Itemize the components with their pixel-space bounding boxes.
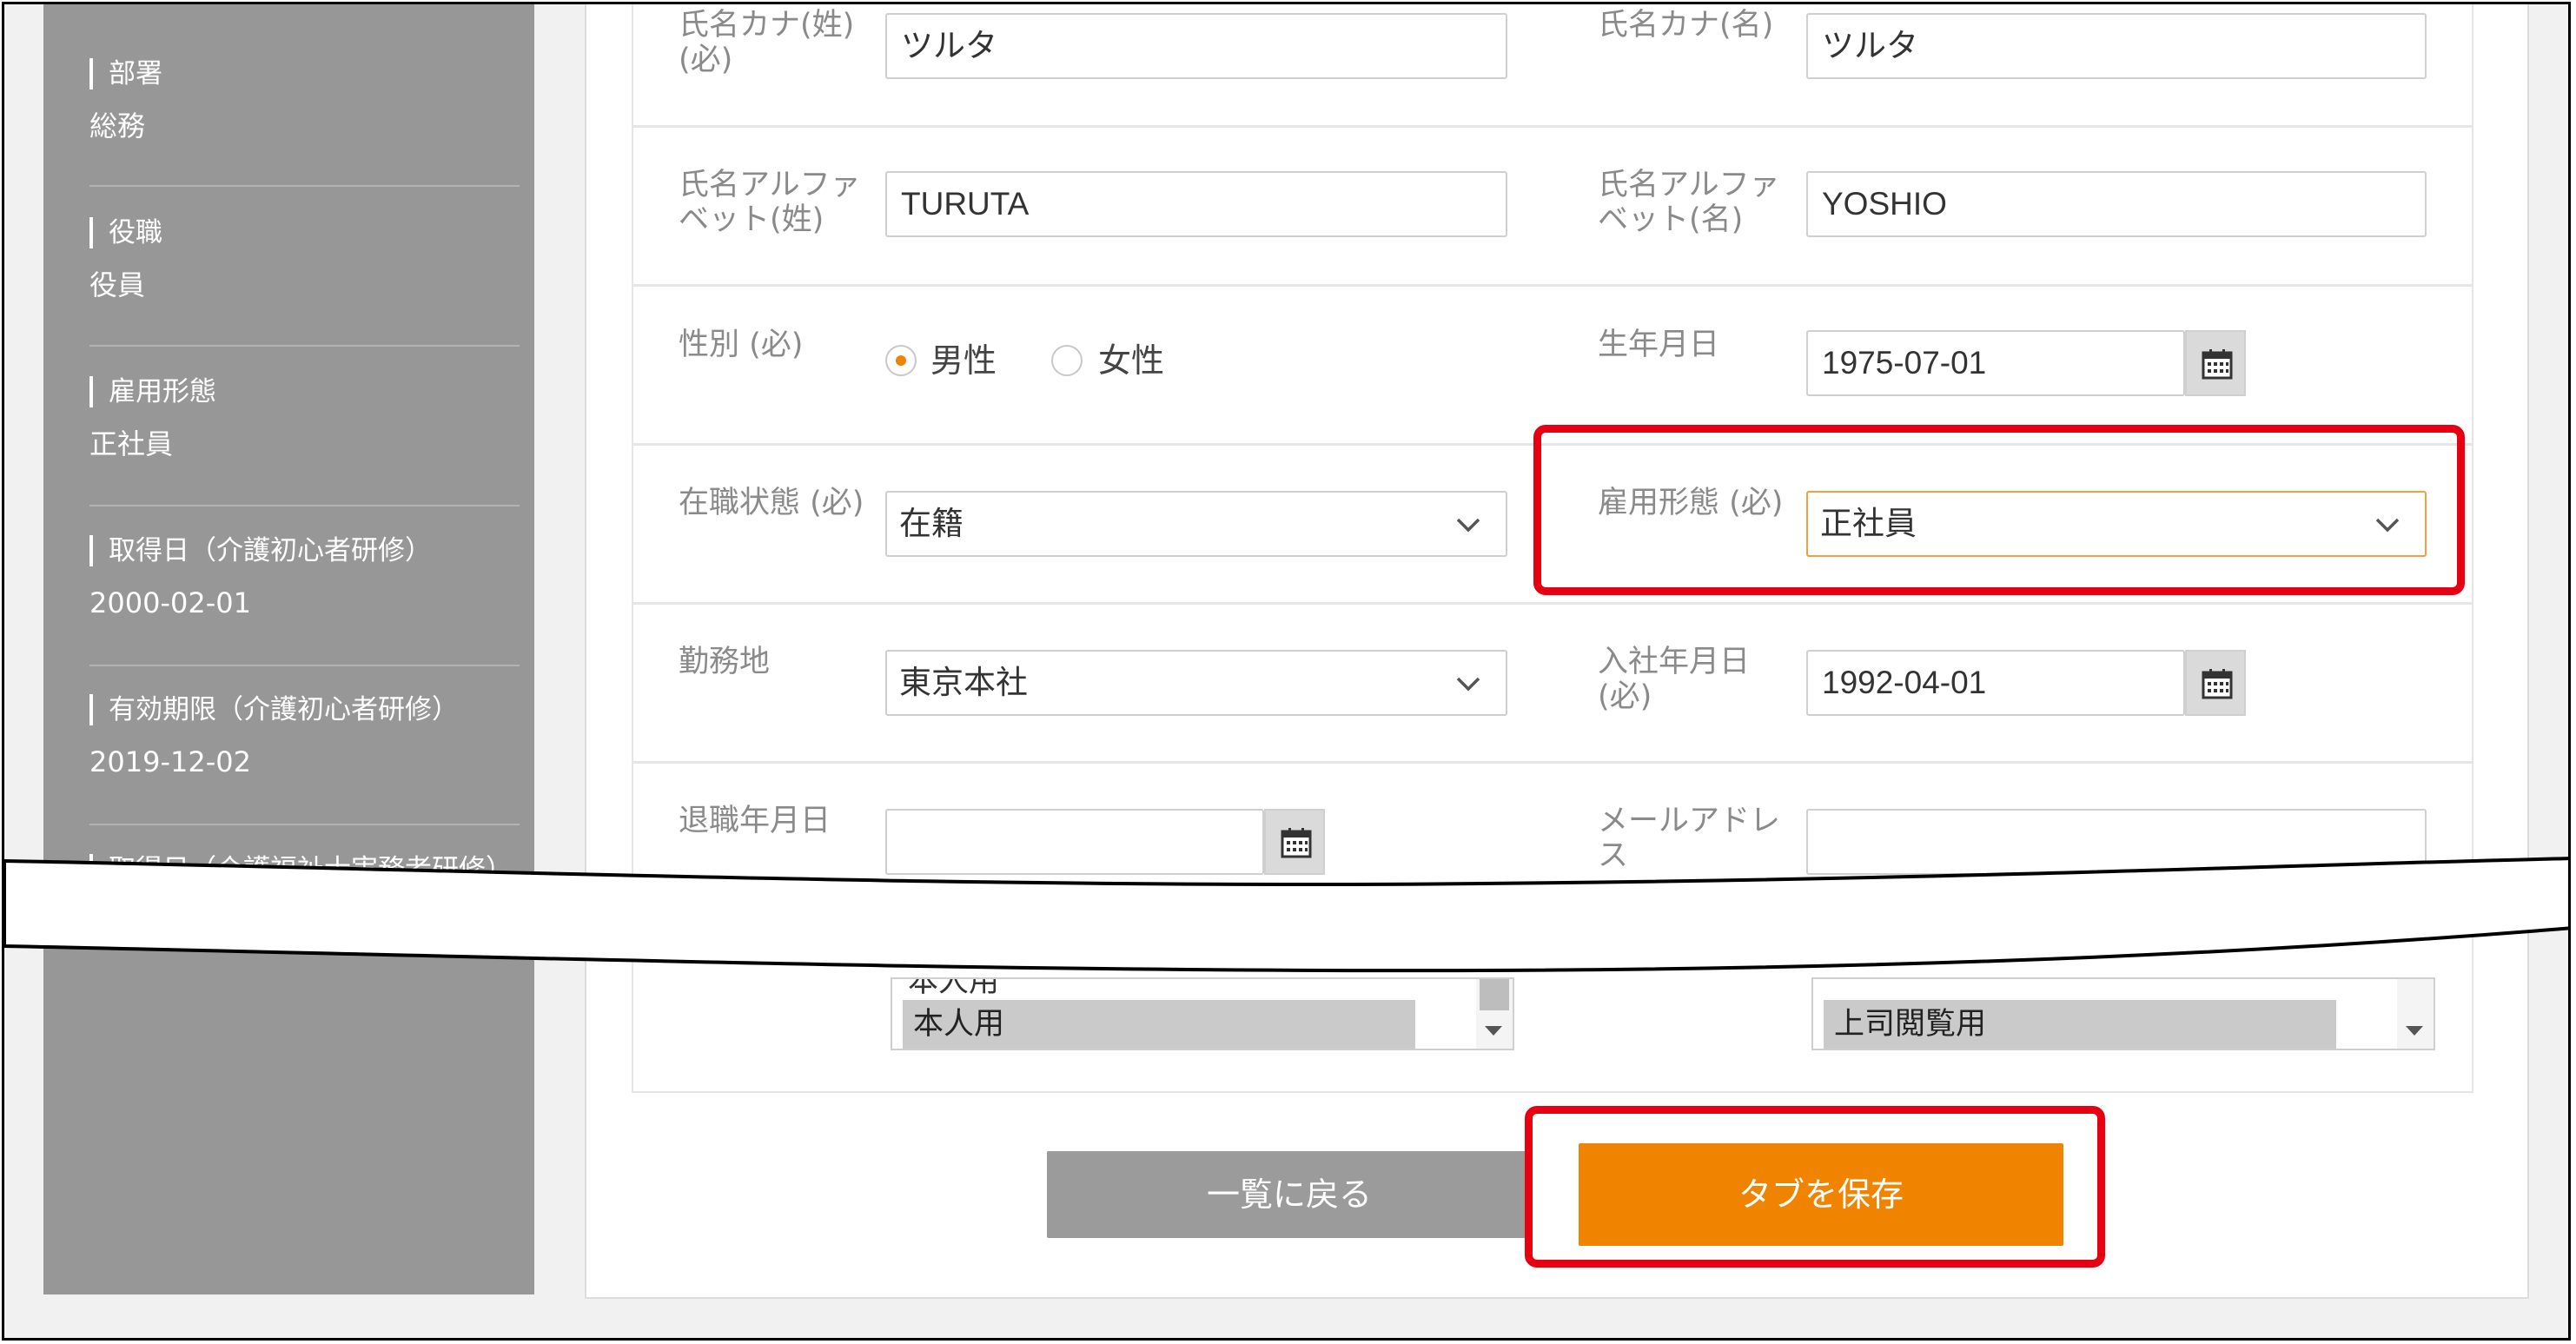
page-cut-band — [4, 857, 2568, 973]
screenshot-frame: 部署 総務 役職 役員 雇用形態 正社員 取得日（介護初心者研修） 2000-0… — [2, 2, 2571, 1341]
highlight-save-button — [1525, 1106, 2105, 1268]
highlight-employment-type — [1533, 425, 2465, 595]
